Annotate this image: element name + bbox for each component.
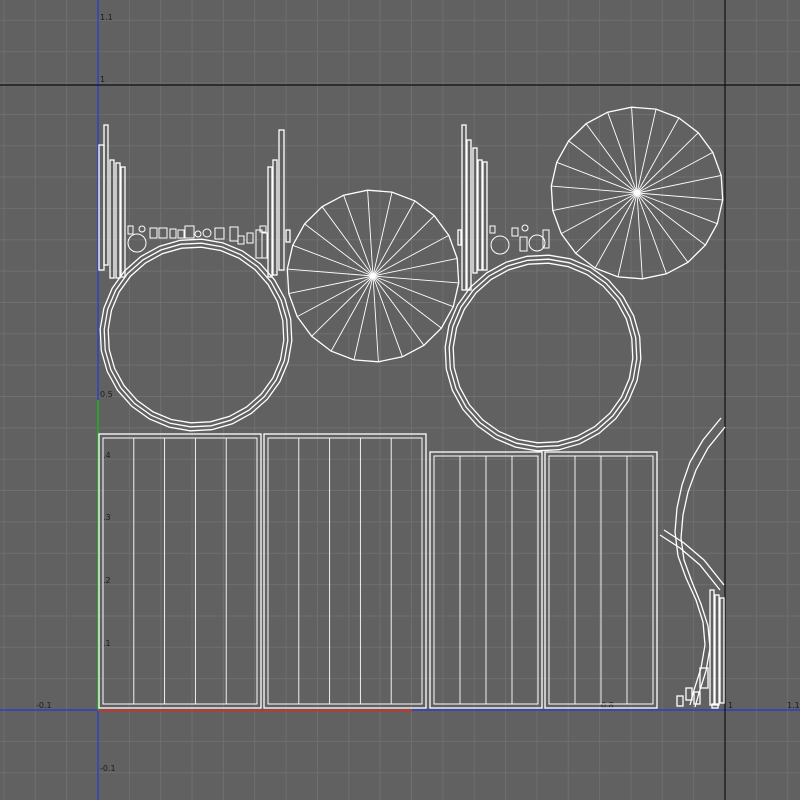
tick-v-neg-0-1: -0.1	[100, 764, 116, 773]
uv-small-piece[interactable]	[127, 225, 134, 235]
uv-small-piece[interactable]	[184, 225, 195, 239]
uv-strip[interactable]	[714, 594, 720, 706]
uv-grid	[0, 0, 800, 800]
uv-small-piece[interactable]	[676, 695, 684, 707]
uv-strip[interactable]	[457, 229, 462, 246]
uv-small-piece[interactable]	[169, 228, 177, 239]
ring-edge	[452, 262, 634, 444]
uv-strip[interactable]	[109, 159, 115, 279]
panel-outline	[98, 433, 262, 709]
panel-outline	[263, 433, 427, 709]
disc-spoke	[353, 275, 374, 360]
uv-island-strips-left[interactable]	[98, 124, 126, 279]
uv-island-arc-right[interactable]	[659, 417, 726, 709]
disc-spoke	[372, 215, 435, 277]
tick-v-0-4: .4	[103, 451, 111, 460]
tick-v-0-2: .2	[103, 576, 111, 585]
disc-spoke	[636, 132, 699, 194]
tick-v-0-3: .3	[103, 513, 111, 522]
ring-edge	[448, 258, 638, 448]
disc-spoke	[321, 206, 374, 277]
uv-small-circle[interactable]	[490, 235, 510, 255]
uv-strip[interactable]	[466, 139, 472, 291]
uv-small-piece[interactable]	[489, 225, 496, 234]
uv-arc-strip[interactable]	[659, 534, 721, 591]
uv-small-circle[interactable]	[127, 233, 147, 253]
uv-editor-viewport[interactable]: 1.1 1 0.5 .4 .3 .2 .1 -0.1 -0.1 0.8 1 1.…	[0, 0, 800, 800]
tick-u-1-1: 1.1	[787, 701, 800, 710]
disc-spoke	[636, 192, 706, 246]
disc-spoke	[568, 140, 638, 194]
uv-small-piece[interactable]	[229, 226, 239, 242]
uv-strip[interactable]	[115, 162, 121, 279]
uv-island-disc-top-right[interactable]	[550, 106, 724, 280]
disc-spoke	[636, 174, 722, 194]
disc-spoke	[636, 192, 723, 201]
disc-spoke	[585, 123, 638, 194]
uv-strip[interactable]	[120, 166, 126, 278]
uv-small-circle[interactable]	[194, 230, 202, 238]
uv-strip[interactable]	[98, 144, 105, 271]
tick-v-1: 1	[100, 75, 105, 84]
disc-spoke	[372, 257, 458, 277]
uv-small-piece[interactable]	[511, 227, 519, 237]
disc-spoke	[311, 275, 374, 337]
disc-spoke	[551, 185, 638, 194]
uv-island-panel-2[interactable]	[263, 433, 427, 709]
disc-spoke	[372, 275, 459, 284]
uv-strip[interactable]	[461, 124, 467, 291]
disc-spoke	[287, 268, 374, 277]
tick-u-0-8: 0.8	[601, 701, 614, 710]
disc-spoke	[636, 109, 657, 194]
uv-small-piece[interactable]	[259, 225, 267, 233]
axis-tick-labels: 1.1 1 0.5 .4 .3 .2 .1 -0.1 -0.1 0.8 1 1.…	[36, 13, 800, 773]
uv-island-strips-mid[interactable]	[267, 129, 291, 278]
panel-inner	[102, 437, 258, 705]
uv-strip[interactable]	[472, 147, 478, 274]
uv-small-piece[interactable]	[711, 703, 719, 709]
uv-small-piece[interactable]	[246, 232, 254, 244]
uv-small-circle[interactable]	[521, 224, 529, 232]
tick-v-0-1: .1	[103, 639, 111, 648]
disc-spoke	[288, 275, 374, 295]
uv-strip[interactable]	[482, 161, 488, 271]
uv-strip[interactable]	[477, 159, 483, 271]
uv-small-piece[interactable]	[261, 232, 268, 259]
uv-small-piece[interactable]	[149, 227, 158, 239]
uv-small-circle[interactable]	[202, 228, 212, 238]
tick-u-1: 1	[728, 701, 733, 710]
uv-small-circle[interactable]	[138, 225, 146, 233]
uv-island-disc-center[interactable]	[286, 189, 460, 363]
tick-top-1-1: 1.1	[100, 13, 113, 22]
disc-spoke	[617, 192, 638, 277]
uv-canvas[interactable]: 1.1 1 0.5 .4 .3 .2 .1 -0.1 -0.1 0.8 1 1.…	[0, 0, 800, 800]
disc-spoke	[575, 192, 638, 254]
uv-island-panel-1[interactable]	[98, 433, 262, 709]
uv-small-piece[interactable]	[177, 229, 185, 239]
disc-spoke	[372, 192, 393, 277]
tick-u-neg-0-1: -0.1	[36, 701, 52, 710]
uv-strip[interactable]	[267, 166, 273, 278]
uv-island-strips-right[interactable]	[457, 124, 488, 291]
uv-axes	[0, 0, 800, 800]
panel-inner	[267, 437, 423, 705]
uv-small-piece[interactable]	[685, 687, 693, 701]
uv-small-piece[interactable]	[519, 236, 528, 252]
uv-strip[interactable]	[278, 129, 285, 271]
uv-small-piece[interactable]	[214, 227, 225, 240]
uv-strip[interactable]	[719, 597, 725, 704]
tick-v-0-5: 0.5	[100, 390, 113, 399]
disc-spoke	[304, 223, 374, 277]
uv-small-piece[interactable]	[255, 229, 263, 259]
